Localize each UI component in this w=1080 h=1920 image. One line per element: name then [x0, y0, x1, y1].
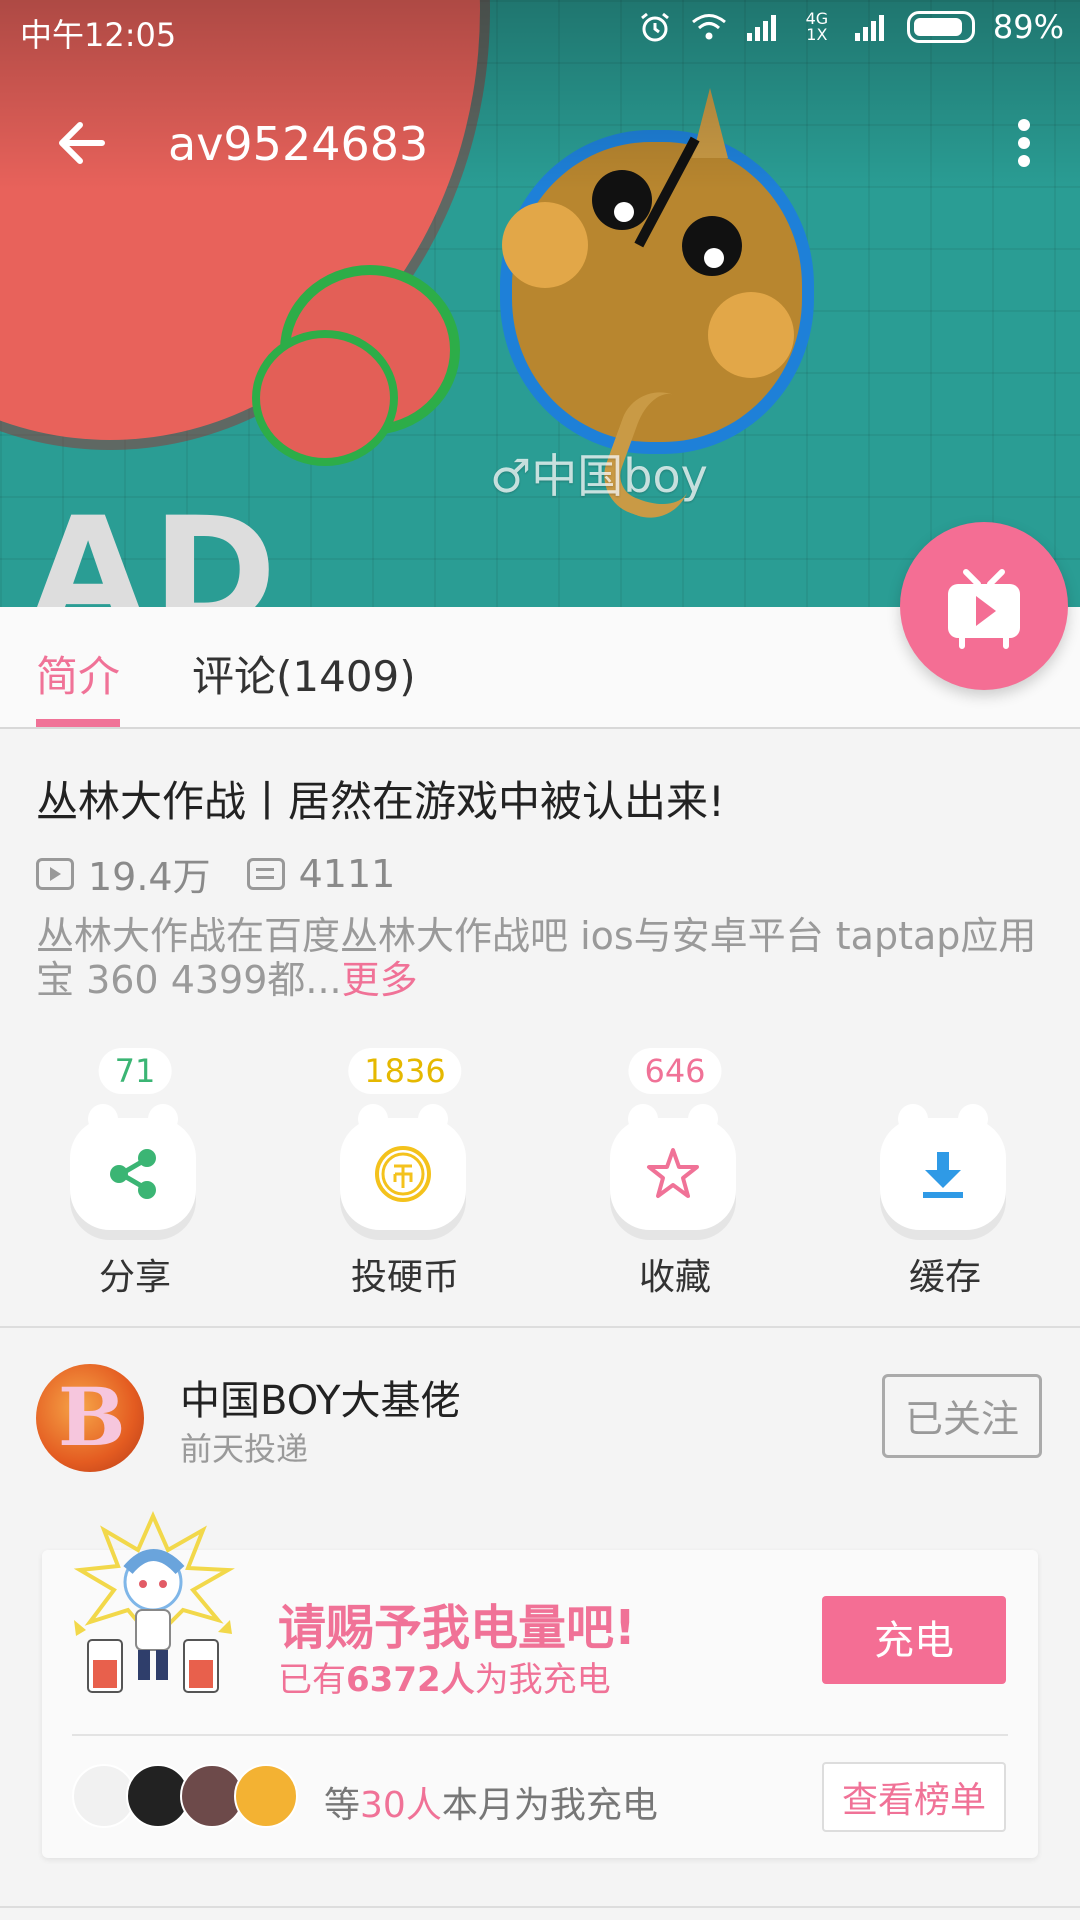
danmaku-count: 4111 — [298, 851, 396, 896]
battery-icon — [906, 11, 975, 43]
supporters-prefix: 等 — [324, 1785, 361, 1826]
charge-subtitle: 已有6372人为我充电 — [278, 1652, 611, 1701]
monkey-ear-right — [708, 292, 794, 378]
tab-active-indicator — [36, 719, 120, 727]
charge-count: 6372人 — [346, 1660, 475, 1700]
supporter-avatar — [234, 1764, 298, 1828]
tv-play-icon — [948, 569, 1020, 649]
battery-percent: 89% — [992, 8, 1064, 46]
share-count-badge: 71 — [98, 1048, 172, 1094]
favorite-bubble[interactable] — [610, 1104, 736, 1230]
download-icon — [923, 1152, 963, 1198]
status-time: 中午12:05 — [20, 16, 177, 54]
charge-sub-prefix: 已有 — [278, 1660, 346, 1700]
cover-red-blob-small-2 — [252, 330, 398, 466]
top-bar: av9524683 — [0, 85, 1080, 205]
signal-icon — [746, 15, 776, 41]
video-description: 丛林大作战在百度丛林大作战吧 ios与安卓平台 taptap应用宝 360 43… — [36, 914, 1046, 1002]
follow-button[interactable]: 已关注 — [882, 1374, 1042, 1458]
supporters-count: 30人 — [360, 1785, 442, 1826]
play-count-icon — [36, 857, 74, 890]
video-title: 丛林大作战丨居然在游戏中被认出来! — [36, 777, 725, 826]
supporters-suffix: 本月为我充电 — [441, 1785, 658, 1826]
danmaku-icon — [246, 857, 285, 890]
cache-label: 缓存 — [908, 1257, 981, 1298]
alarm-icon — [640, 12, 669, 42]
share-icon — [110, 1149, 156, 1199]
tab-comments[interactable]: 评论(1409) — [192, 643, 416, 704]
coin-bubble[interactable] — [340, 1104, 466, 1230]
more-link[interactable]: 更多 — [342, 958, 418, 1002]
cover-watermark: ♂中国boy — [490, 449, 708, 503]
view-count: 19.4万 — [88, 855, 211, 899]
cover-overlay-text: AD — [30, 486, 283, 607]
coin-count-badge: 1836 — [348, 1048, 462, 1094]
view-ranking-button[interactable]: 查看榜单 — [822, 1762, 1006, 1832]
share-bubble[interactable] — [70, 1104, 196, 1230]
more-options-icon[interactable] — [1004, 113, 1044, 173]
favorite-label: 收藏 — [638, 1257, 711, 1298]
status-bar: 中午12:05 4G 1X 89% — [0, 0, 1080, 60]
charge-mascot-icon — [73, 1511, 235, 1693]
back-arrow-icon[interactable] — [52, 113, 112, 173]
bottom-divider — [0, 1906, 1080, 1908]
share-label: 分享 — [98, 1257, 171, 1298]
charge-button[interactable]: 充电 — [822, 1596, 1006, 1684]
coin-icon — [375, 1146, 431, 1202]
monkey-eye-right — [682, 216, 742, 276]
star-icon — [647, 1148, 699, 1198]
supporters-text: 等30人本月为我充电 — [324, 1776, 658, 1828]
tab-intro[interactable]: 简介 — [36, 643, 120, 704]
charge-title: 请赐予我电量吧! — [278, 1600, 636, 1656]
video-stats: 19.4万 4111 — [36, 846, 395, 901]
uploader-name[interactable]: 中国BOY大基佬 — [180, 1368, 460, 1426]
section-divider — [0, 1326, 1080, 1328]
status-icons: 4G 1X 89% — [637, 8, 1064, 46]
uploader-avatar[interactable] — [36, 1364, 144, 1472]
supporter-avatars[interactable] — [72, 1764, 312, 1830]
charge-card: 请赐予我电量吧! 已有6372人为我充电 充电 等30人本月为我充电 查看榜单 — [42, 1511, 1038, 1858]
signal-icon-2 — [854, 15, 884, 41]
network-label: 4G 1X — [805, 9, 829, 44]
description-text: 丛林大作战在百度丛林大作战吧 ios与安卓平台 taptap应用宝 360 43… — [36, 914, 1037, 1002]
play-button[interactable] — [900, 522, 1068, 690]
cache-bubble[interactable] — [880, 1104, 1006, 1230]
favorite-count-badge: 646 — [628, 1048, 722, 1094]
upload-time: 前天投递 — [180, 1430, 309, 1468]
coin-label: 投硬币 — [350, 1257, 459, 1298]
charge-divider — [72, 1734, 1008, 1736]
charge-sub-suffix: 为我充电 — [474, 1660, 611, 1700]
wifi-icon — [691, 14, 726, 40]
monkey-ear-left — [502, 202, 588, 288]
page-title: av9524683 — [168, 117, 429, 171]
